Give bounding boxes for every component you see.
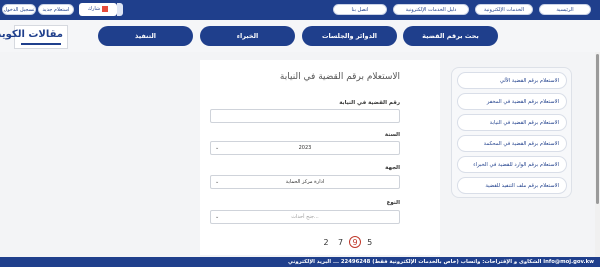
type-label: النوع: [386, 200, 400, 206]
nav-services-guide[interactable]: دليل الخدمات الإلكترونية: [393, 4, 469, 15]
tab-case-search[interactable]: بحث برقم القضية: [403, 26, 498, 46]
share-toggle[interactable]: [117, 3, 123, 16]
sidebar-item-execution[interactable]: الاستعلام برقم ملف التنفيذ للقضية: [457, 177, 567, 194]
sidebar-item-prosecution[interactable]: الاستعلام برقم القضية في النيابة: [457, 114, 567, 131]
entity-label: الجهة: [385, 165, 400, 171]
header: مقالات الكويت: [0, 20, 600, 52]
share-label: شارك: [87, 6, 101, 12]
share-icon: [102, 5, 109, 12]
captcha-digit: 5: [367, 238, 373, 247]
share-button[interactable]: شارك: [79, 3, 117, 16]
entity-select[interactable]: ⌄ ادارة مركز الحماية: [210, 175, 400, 189]
inquiry-form: الاستعلام برقم القضية في النيابة رقم الق…: [200, 60, 440, 255]
captcha-digit: 9: [349, 236, 362, 248]
tab-experts[interactable]: الخبراء: [200, 26, 295, 46]
case-number-input[interactable]: [210, 109, 400, 123]
top-bar: الرئيسية الخدمات الإلكترونية دليل الخدما…: [0, 0, 600, 20]
case-number-label: رقم القضية في النيابة: [339, 100, 400, 106]
scrollbar[interactable]: [595, 52, 600, 257]
page-title: الاستعلام برقم القضية في النيابة: [279, 72, 400, 82]
sidebar-item-auto[interactable]: الاستعلام برقم القضية الآلي: [457, 72, 567, 89]
tab-execution[interactable]: التنفيذ: [98, 26, 193, 46]
year-value: 2023: [298, 145, 312, 151]
sidebar-item-court[interactable]: الاستعلام برقم القضية في المحكمة: [457, 135, 567, 152]
entity-value: ادارة مركز الحماية: [285, 179, 325, 185]
tab-circuits-sessions[interactable]: الدوائر والجلسات: [302, 26, 397, 46]
nav-e-services[interactable]: الخدمات الإلكترونية: [475, 4, 533, 15]
sidebar-item-police[interactable]: الاستعلام برقم القضية في المخفر: [457, 93, 567, 110]
logo-text: مقالات الكويت: [0, 29, 63, 40]
logo-underline: [21, 43, 61, 45]
nav-contact[interactable]: اتصل بنا: [333, 4, 387, 15]
login-button[interactable]: تسجيل الدخول: [2, 4, 36, 15]
captcha: 2 7 9 5: [320, 236, 376, 248]
captcha-digit: 2: [323, 238, 329, 247]
nav-home[interactable]: الرئيسية: [539, 4, 591, 15]
year-label: السنة: [384, 132, 400, 138]
site-logo[interactable]: مقالات الكويت: [0, 25, 68, 49]
captcha-digit: 7: [338, 238, 344, 247]
new-inquiry-button[interactable]: استعلام جديد: [38, 4, 74, 15]
sidebar-item-experts[interactable]: الاستعلام برقم الوارد للقضية في الخبراء: [457, 156, 567, 173]
type-placeholder: جنح أحداث...: [291, 214, 319, 220]
scrollbar-thumb[interactable]: [596, 54, 599, 204]
sidebar: الاستعلام برقم القضية الآلي الاستعلام بر…: [451, 67, 572, 198]
footer-contact: الشكاوى و الإقتراحات: واتساب (خاص بالخدم…: [0, 257, 600, 267]
year-select[interactable]: ⌄ 2023: [210, 141, 400, 155]
type-select[interactable]: ⌄ جنح أحداث...: [210, 210, 400, 224]
